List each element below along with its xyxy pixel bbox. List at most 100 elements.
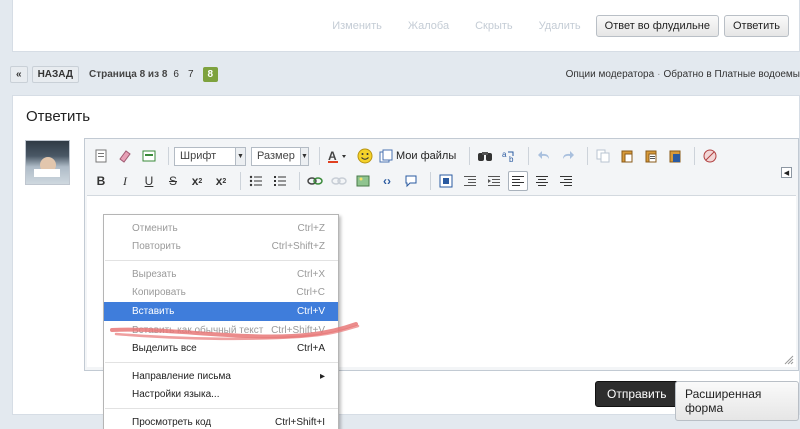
redo-icon[interactable] bbox=[558, 146, 578, 166]
back-button[interactable]: НАЗАД bbox=[31, 66, 79, 83]
prev-page-button[interactable]: « bbox=[10, 66, 28, 83]
menu-item-shortcut: Ctrl+V bbox=[296, 306, 325, 317]
menu-separator bbox=[105, 408, 338, 409]
indent-icon[interactable] bbox=[484, 171, 504, 191]
strikethrough-icon[interactable]: S bbox=[163, 171, 183, 191]
svg-text:a: a bbox=[502, 150, 507, 159]
underline-icon[interactable]: U bbox=[139, 171, 159, 191]
toolbar-row-2: B I U S x2 x2 ‹› bbox=[85, 169, 580, 193]
align-left-icon[interactable] bbox=[508, 171, 528, 191]
paste-icon[interactable] bbox=[617, 146, 637, 166]
menu-item-paste-plain[interactable]: Вставить как обычный текст Ctrl+Shift+V bbox=[104, 321, 338, 340]
menu-item-label: Копировать bbox=[132, 287, 186, 298]
binoculars-icon[interactable] bbox=[475, 146, 495, 166]
quote-icon[interactable] bbox=[401, 171, 421, 191]
menu-item-language-settings[interactable]: Настройки языка... bbox=[104, 385, 338, 404]
outdent-icon[interactable] bbox=[460, 171, 480, 191]
eraser-icon[interactable] bbox=[115, 146, 135, 166]
page-indicator: Страница 8 из 8 bbox=[89, 69, 168, 80]
edit-link[interactable]: Изменить bbox=[332, 20, 382, 32]
avatar[interactable] bbox=[25, 140, 70, 185]
numbered-list-icon[interactable] bbox=[270, 171, 290, 191]
resize-grip-icon[interactable] bbox=[784, 355, 794, 365]
subscript-icon[interactable]: x2 bbox=[187, 171, 207, 191]
menu-separator bbox=[105, 260, 338, 261]
font-size-select[interactable]: Размер ▼ bbox=[251, 146, 309, 166]
reply-title: Ответить bbox=[26, 108, 91, 125]
replace-icon[interactable]: ab bbox=[499, 146, 519, 166]
toolbar-separator bbox=[168, 147, 169, 165]
toolbar-separator bbox=[469, 147, 471, 165]
submenu-arrow-icon: ▸ bbox=[319, 371, 325, 382]
post-actions: Изменить Жалоба Скрыть Удалить Ответ во … bbox=[332, 15, 789, 37]
font-family-select[interactable]: Шрифт ▼ bbox=[174, 146, 246, 166]
chevron-down-icon: ▼ bbox=[299, 147, 308, 165]
menu-item-shortcut: Ctrl+Shift+I bbox=[274, 417, 325, 428]
text-color-icon[interactable]: A bbox=[325, 146, 351, 166]
menu-item-label: Вырезать bbox=[132, 269, 177, 280]
menu-item-label: Отменить bbox=[132, 223, 178, 234]
hide-link[interactable]: Скрыть bbox=[475, 20, 513, 32]
post-panel: Изменить Жалоба Скрыть Удалить Ответ во … bbox=[12, 0, 800, 52]
menu-item-label: Выделить все bbox=[132, 343, 197, 354]
menu-item-shortcut: Ctrl+Z bbox=[297, 223, 326, 234]
svg-text:A: A bbox=[328, 149, 337, 163]
menu-item-paste[interactable]: Вставить Ctrl+V bbox=[104, 302, 338, 321]
bold-icon[interactable]: B bbox=[91, 171, 111, 191]
toggle-wysiwyg-icon[interactable] bbox=[139, 146, 159, 166]
delete-link[interactable]: Удалить bbox=[539, 20, 581, 32]
menu-item-label: Вставить как обычный текст bbox=[132, 325, 264, 336]
menu-item-shortcut: Ctrl+C bbox=[296, 287, 325, 298]
italic-icon[interactable]: I bbox=[115, 171, 135, 191]
page-link[interactable]: 6 bbox=[173, 69, 179, 80]
copy-icon[interactable] bbox=[593, 146, 613, 166]
reply-button[interactable]: Ответить bbox=[723, 15, 789, 37]
remove-format-icon[interactable] bbox=[91, 146, 111, 166]
menu-item-label: Просмотреть код bbox=[132, 417, 212, 428]
menu-item-select-all[interactable]: Выделить все Ctrl+A bbox=[104, 339, 338, 358]
menu-item-label: Повторить bbox=[132, 241, 181, 252]
send-button[interactable]: Отправить bbox=[595, 381, 679, 407]
menu-item-copy[interactable]: Копировать Ctrl+C bbox=[104, 283, 338, 302]
smiley-icon[interactable] bbox=[355, 146, 375, 166]
undo-icon[interactable] bbox=[534, 146, 554, 166]
menu-item-undo[interactable]: Отменить Ctrl+Z bbox=[104, 219, 338, 238]
menu-item-redo[interactable]: Повторить Ctrl+Shift+Z bbox=[104, 237, 338, 256]
spellcheck-icon[interactable] bbox=[700, 146, 720, 166]
menu-item-shortcut: Ctrl+A bbox=[296, 343, 325, 354]
insert-box-icon[interactable] bbox=[436, 171, 456, 191]
report-link[interactable]: Жалоба bbox=[408, 20, 449, 32]
collapse-toolbar-icon[interactable]: ◀ bbox=[781, 167, 792, 178]
toolbar-separator bbox=[299, 172, 300, 190]
menu-item-writing-direction[interactable]: Направление письма ▸ bbox=[104, 367, 338, 386]
toolbar-separator bbox=[240, 172, 241, 190]
paste-text-icon[interactable] bbox=[641, 146, 661, 166]
image-icon[interactable] bbox=[353, 171, 373, 191]
bullet-list-icon[interactable] bbox=[246, 171, 266, 191]
advanced-form-button[interactable]: Расширенная форма bbox=[675, 381, 799, 421]
flood-reply-button[interactable]: Ответ во флудильне bbox=[595, 15, 719, 37]
menu-item-label: Настройки языка... bbox=[132, 389, 220, 400]
back-to-forum-link[interactable]: Обратно в Платные водоемы bbox=[664, 69, 800, 80]
page-link[interactable]: 7 bbox=[188, 69, 194, 80]
current-page: 8 bbox=[202, 67, 219, 82]
superscript-icon[interactable]: x2 bbox=[211, 171, 231, 191]
my-files-label: Мои файлы bbox=[396, 150, 457, 162]
moderator-options-link[interactable]: Опции модератора bbox=[566, 69, 655, 80]
svg-text:b: b bbox=[509, 155, 514, 163]
unlink-icon[interactable] bbox=[329, 171, 349, 191]
align-center-icon[interactable] bbox=[532, 171, 552, 191]
files-icon bbox=[379, 149, 393, 163]
menu-item-view-source[interactable]: Просмотреть код Ctrl+Shift+I bbox=[104, 413, 338, 429]
align-right-icon[interactable] bbox=[556, 171, 576, 191]
menu-item-label: Вставить bbox=[132, 306, 175, 317]
font-family-value: Шрифт bbox=[180, 150, 217, 162]
menu-separator bbox=[105, 362, 338, 363]
my-files-button[interactable]: Мои файлы bbox=[379, 149, 456, 163]
menu-item-shortcut: Ctrl+Shift+Z bbox=[271, 241, 325, 252]
menu-item-cut[interactable]: Вырезать Ctrl+X bbox=[104, 265, 338, 284]
code-icon[interactable]: ‹› bbox=[377, 171, 397, 191]
link-icon[interactable] bbox=[305, 171, 325, 191]
paste-word-icon[interactable] bbox=[665, 146, 685, 166]
separator: · bbox=[657, 69, 661, 80]
